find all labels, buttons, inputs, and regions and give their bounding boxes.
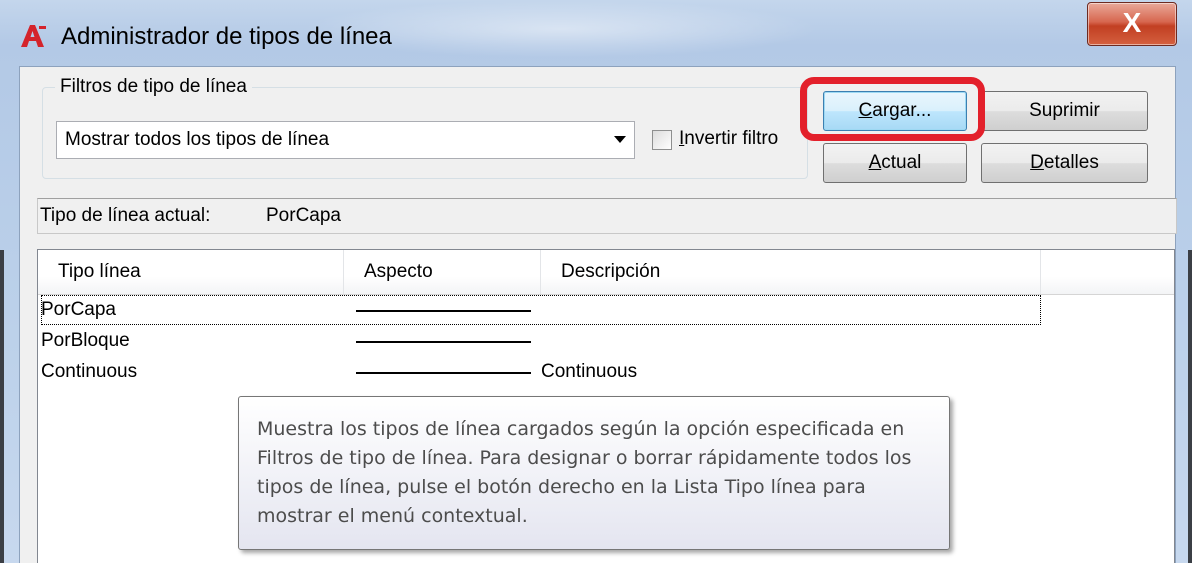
title-bar[interactable]: Administrador de tipos de línea X [0,0,1192,66]
details-button-label: etalles [1043,152,1099,173]
list-header: Tipo línea Aspecto Descripción [38,250,1174,295]
set-current-button-label: ctual [881,152,922,173]
linetype-sample [356,310,531,312]
linetype-name: PorCapa [41,299,116,320]
load-button-highlight [800,77,985,141]
set-current-button[interactable]: Actual [823,143,967,183]
close-icon: X [1122,7,1142,38]
linetype-description: Continuous [541,361,638,382]
column-header-description[interactable]: Descripción [541,250,1041,294]
details-button[interactable]: Detalles [981,143,1148,183]
linetype-name: PorBloque [41,330,130,351]
current-linetype-label: Tipo de línea actual: [40,205,211,226]
column-header-appearance[interactable]: Aspecto [344,250,541,294]
filter-selected-value: Mostrar todos los tipos de línea [65,129,330,150]
list-item[interactable]: Continuous Continuous [41,357,1041,387]
autocad-a-icon [21,25,46,47]
window-title: Administrador de tipos de línea [61,23,392,50]
list-item[interactable]: PorBloque [41,326,1041,356]
list-item[interactable]: PorCapa [41,295,1041,325]
background-window-edge [1188,250,1192,563]
linetype-name: Continuous [41,361,138,382]
invert-filter-label[interactable]: Invertir filtro [679,128,778,150]
linetype-filters-label: Filtros de tipo de línea [55,76,252,98]
current-linetype-field: Tipo de línea actual: PorCapa [37,198,1177,234]
list-tooltip: Muestra los tipos de línea cargados segú… [238,396,950,550]
linetype-filters-group: Filtros de tipo de línea Mostrar todos l… [42,76,808,179]
tooltip-text: Muestra los tipos de línea cargados segú… [257,418,912,527]
linetype-manager-window: Administrador de tipos de línea X Filtro… [0,0,1192,563]
linetype-sample [356,341,531,343]
close-button[interactable]: X [1087,2,1177,46]
current-linetype-value: PorCapa [266,205,341,226]
invert-filter-label-rest: nvertir filtro [684,128,779,149]
column-header-linetype[interactable]: Tipo línea [38,250,344,294]
delete-button[interactable]: Suprimir [981,91,1148,131]
delete-button-label: Suprimir [1029,100,1100,121]
linetype-sample [356,372,531,374]
background-window-edge [0,250,4,563]
invert-filter-checkbox[interactable] [652,130,672,150]
linetype-filter-dropdown[interactable]: Mostrar todos los tipos de línea [56,121,635,159]
chevron-down-icon[interactable] [614,136,626,143]
